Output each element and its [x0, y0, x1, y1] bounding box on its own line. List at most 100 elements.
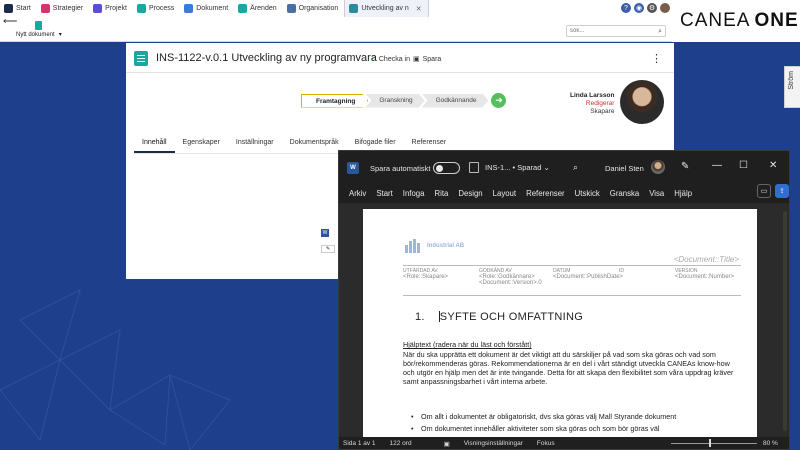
workflow-step-framtagning[interactable]: Framtagning: [301, 94, 368, 108]
ribbon-start[interactable]: Start: [376, 189, 392, 198]
new-document-button[interactable]: Nytt dokument ▾: [16, 21, 62, 38]
focus-mode[interactable]: Fokus: [537, 440, 555, 447]
brand-name: CANEA: [680, 10, 750, 32]
more-options-icon[interactable]: ⋮: [651, 52, 662, 65]
meta-value: <Document::Number>: [675, 274, 734, 280]
helptext-title: Hjälptext (radera när du läst och förstå…: [403, 340, 743, 349]
organisation-icon: [287, 4, 296, 13]
workflow-step-granskning[interactable]: Granskning: [365, 94, 424, 108]
brand-name-bold: ONE: [754, 10, 798, 32]
close-icon[interactable]: ✕: [769, 160, 777, 171]
doc-tab-egenskaper[interactable]: Egenskaper: [175, 139, 228, 153]
stream-rail[interactable]: Ström: [784, 66, 800, 108]
search-input[interactable]: [570, 28, 650, 34]
meta-value: <Role::Skapare>: [403, 274, 448, 280]
ribbon-hjalp[interactable]: Hjälp: [674, 189, 692, 198]
user-avatar-icon[interactable]: [660, 3, 670, 13]
doc-tab-installningar[interactable]: Inställningar: [228, 139, 282, 153]
new-document-label: Nytt dokument: [16, 32, 55, 38]
maximize-icon[interactable]: ☐: [739, 160, 748, 171]
word-count: 122 ord: [390, 440, 412, 447]
workflow-step-godkannande[interactable]: Godkännande: [422, 94, 489, 108]
doc-tab-innehall[interactable]: Innehåll: [134, 139, 175, 153]
tab-process[interactable]: Process: [133, 0, 180, 17]
accessibility-icon[interactable]: ▣: [444, 440, 450, 448]
file-icon: [469, 162, 479, 173]
share-icon[interactable]: ⇪: [775, 184, 789, 198]
tab-arenden[interactable]: Ärenden: [234, 0, 282, 17]
check-icon: ✓: [370, 55, 376, 63]
autosave-label: Spara automatiskt: [370, 164, 430, 173]
ribbon-design[interactable]: Design: [458, 189, 482, 198]
edit-pencil-icon[interactable]: ✎: [321, 245, 335, 253]
word-file-icon[interactable]: W: [321, 229, 329, 237]
meta-version-col: VERSION <Document::Number>: [675, 268, 734, 280]
notification-icon[interactable]: ◉: [634, 3, 644, 13]
zoom-slider[interactable]: [671, 443, 757, 444]
help-icon[interactable]: ?: [621, 3, 631, 13]
tab-dokument[interactable]: Dokument: [180, 0, 234, 17]
save-button[interactable]: ▣Spara: [413, 55, 441, 63]
word-search-icon[interactable]: ⌕: [573, 162, 578, 173]
comments-icon[interactable]: ▭: [757, 184, 771, 198]
tab-strategier[interactable]: Strategier: [37, 0, 89, 17]
filename-label: INS-1... • Sparad ⌄: [485, 163, 550, 172]
ribbon-visa[interactable]: Visa: [649, 189, 664, 198]
ribbon-arkiv[interactable]: Arkiv: [349, 189, 366, 198]
vertical-scrollbar[interactable]: [783, 211, 787, 431]
bullet-list: Om allt i dokumentet är obligatoriskt, d…: [421, 412, 741, 436]
case-icon: [238, 4, 247, 13]
tab-start[interactable]: Start: [0, 0, 37, 17]
list-item: Om allt i dokumentet är obligatoriskt, d…: [421, 412, 741, 421]
pen-icon[interactable]: ✎: [681, 161, 689, 172]
meta-godkand: GODKÄND AV <Role::Godkännare> <Document:…: [479, 268, 542, 286]
document-page[interactable]: Industrial AB <Document::Title> UTFÄRDAD…: [363, 209, 757, 437]
heading-text: SYFTE OCH OMFATTNING: [440, 311, 583, 323]
new-document-icon: [35, 21, 42, 30]
header-divider: [403, 265, 741, 266]
assignee-info: Linda Larsson Redigerar Skapare: [570, 92, 614, 116]
word-filename[interactable]: INS-1... • Sparad ⌄: [469, 162, 550, 173]
search-icon[interactable]: ⌕: [658, 27, 662, 37]
ribbon-infoga[interactable]: Infoga: [403, 189, 425, 198]
home-icon: [4, 4, 13, 13]
header-icons: ? ◉ ⚙: [621, 3, 670, 13]
settings-gear-icon[interactable]: ⚙: [647, 3, 657, 13]
tab-organisation[interactable]: Organisation: [283, 0, 345, 17]
meta-divider: [403, 295, 741, 296]
ribbon-utskick[interactable]: Utskick: [575, 189, 600, 198]
workflow-next-arrow-icon[interactable]: ➜: [491, 93, 506, 108]
display-settings[interactable]: Visningsinställningar: [464, 440, 523, 447]
app-tabs: Start Strategier Projekt Process Dokumen…: [0, 0, 429, 17]
assignee-subrole: Skapare: [570, 108, 614, 116]
checkin-button[interactable]: ✓Checka in: [370, 55, 410, 63]
brand-logo: CANEAONE: [672, 0, 800, 42]
word-user-name: Daniel Sten: [605, 164, 644, 173]
document-title: INS-1122-v.0.1 Utveckling av ny programv…: [156, 52, 377, 64]
workflow-steps: Framtagning Granskning Godkännande ➜: [301, 93, 506, 108]
company-logo-icon: [405, 239, 423, 253]
save-label: Spara: [423, 56, 442, 63]
tab-current-document[interactable]: Utveckling av n✕: [344, 0, 428, 17]
global-search[interactable]: ⌕: [566, 25, 666, 37]
document-type-icon: [134, 51, 148, 66]
assignee-role: Redigerar: [570, 100, 614, 108]
ribbon-rita[interactable]: Rita: [434, 189, 448, 198]
doc-tab-dokumentsprak[interactable]: Dokumentspråk: [282, 139, 347, 153]
autosave-toggle[interactable]: [433, 162, 460, 174]
tab-projekt[interactable]: Projekt: [89, 0, 133, 17]
assignee-avatar: [620, 80, 664, 124]
helptext-paragraph: När du ska upprätta ett dokument är det …: [403, 350, 733, 386]
word-user-avatar[interactable]: [651, 160, 665, 174]
word-canvas: Industrial AB <Document::Title> UTFÄRDAD…: [339, 203, 789, 437]
zoom-slider-knob[interactable]: [709, 439, 711, 447]
ribbon-layout[interactable]: Layout: [493, 189, 516, 198]
close-tab-icon[interactable]: ✕: [416, 5, 422, 13]
new-document-label-row: Nytt dokument ▾: [16, 31, 62, 38]
ribbon-referenser[interactable]: Referenser: [526, 189, 565, 198]
title-field: <Document::Title>: [674, 255, 739, 264]
minimize-icon[interactable]: —: [712, 160, 722, 171]
ribbon-granska[interactable]: Granska: [610, 189, 639, 198]
zoom-level[interactable]: 80 %: [763, 440, 778, 447]
meta-value: <Document::PublishDate>: [553, 274, 623, 280]
